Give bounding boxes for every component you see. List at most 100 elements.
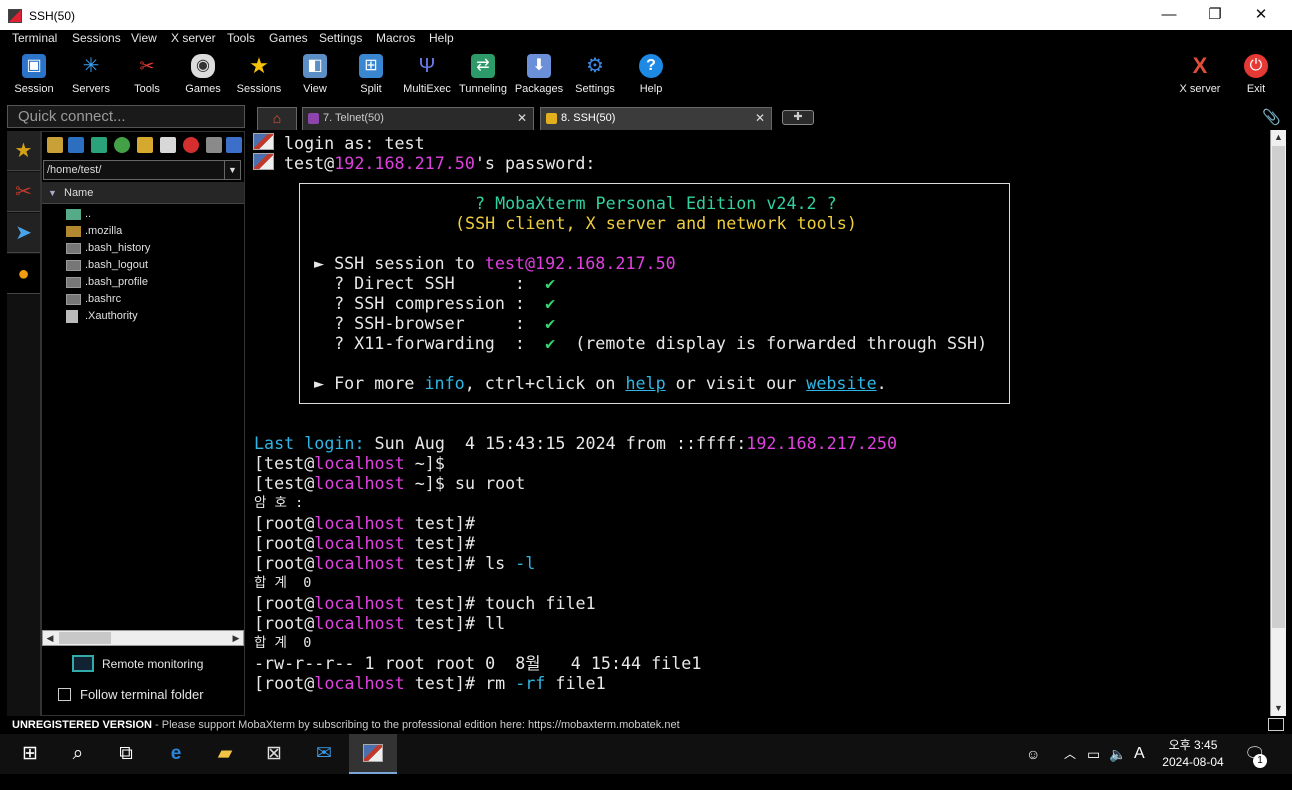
help-button[interactable]: ? Help: [623, 50, 679, 100]
download-icon[interactable]: [68, 137, 84, 153]
scroll-left-icon[interactable]: ◀: [43, 631, 57, 645]
scroll-down-icon[interactable]: ▼: [1271, 701, 1286, 716]
side-tab-sessions[interactable]: ★: [7, 131, 40, 171]
scrollbar-thumb[interactable]: [59, 632, 111, 644]
info-link[interactable]: info: [425, 373, 465, 393]
file-icon: [66, 243, 81, 254]
scroll-up-icon[interactable]: ▲: [1271, 130, 1286, 145]
task-view-icon: ⧉: [119, 743, 133, 764]
clock[interactable]: 오후 3:45 2024-08-04: [1150, 737, 1236, 771]
terminal-line: [root@localhost test]#: [254, 513, 476, 533]
tools-button[interactable]: ✂ Tools: [119, 50, 175, 100]
network-icon[interactable]: ▭: [1087, 734, 1100, 774]
start-button[interactable]: ⊞: [6, 734, 54, 774]
terminal-line: [test@localhost ~]$ su root: [254, 473, 526, 493]
follow-terminal-folder-checkbox[interactable]: Follow terminal folder: [58, 687, 204, 703]
windows-logo-icon: ⊞: [22, 743, 38, 764]
home-tab[interactable]: ⌂: [257, 107, 297, 130]
new-folder-icon[interactable]: [137, 137, 153, 153]
sessions-button[interactable]: ★ Sessions: [231, 50, 287, 100]
mail-taskbar-button[interactable]: ✉: [300, 734, 348, 774]
close-tab-icon[interactable]: ✕: [755, 108, 765, 129]
store-icon: ⊠: [266, 743, 282, 764]
file-explorer-taskbar-button[interactable]: ▰: [201, 734, 249, 774]
parent-folder-icon[interactable]: [47, 137, 63, 153]
close-tab-icon[interactable]: ✕: [517, 108, 527, 129]
people-icon[interactable]: ☺: [1026, 734, 1040, 774]
list-item[interactable]: .Xauthority: [66, 308, 138, 325]
mobaxterm-icon: [363, 744, 383, 762]
view-button[interactable]: ◧ View: [287, 50, 343, 100]
tab-telnet[interactable]: 7. Telnet(50) ✕: [302, 107, 534, 130]
support-message[interactable]: - Please support MobaXterm by subscribin…: [152, 719, 680, 731]
menu-macros[interactable]: Macros: [376, 31, 415, 45]
session-button[interactable]: ▣ Session: [6, 50, 62, 100]
remote-monitoring-button[interactable]: Remote monitoring: [72, 654, 203, 674]
tunneling-button[interactable]: ⇄ Tunneling: [455, 50, 511, 100]
horizontal-scrollbar[interactable]: ◀ ▶: [42, 630, 244, 646]
new-tab-button[interactable]: ✚: [782, 110, 814, 125]
mobaxterm-taskbar-button[interactable]: [349, 734, 397, 774]
menu-games[interactable]: Games: [269, 31, 308, 45]
terminal-area[interactable]: login as: test test@192.168.217.50's pas…: [247, 130, 1270, 716]
menu-x-server[interactable]: X server: [171, 31, 216, 45]
refresh-icon[interactable]: [114, 137, 130, 153]
minimize-button[interactable]: —: [1146, 0, 1192, 30]
chevron-up-icon[interactable]: ︿: [1064, 734, 1076, 774]
task-view-button[interactable]: ⧉: [102, 734, 150, 774]
maximize-button[interactable]: ❐: [1192, 0, 1238, 30]
exit-button[interactable]: ⏻ Exit: [1228, 50, 1284, 100]
scroll-right-icon[interactable]: ▶: [229, 631, 243, 645]
list-item[interactable]: .bash_history: [66, 240, 150, 257]
rename-icon[interactable]: [206, 137, 222, 153]
edge-icon: e: [170, 743, 182, 764]
delete-icon[interactable]: [183, 137, 199, 153]
status-bar-toggle-icon[interactable]: [1268, 718, 1284, 731]
menu-terminal[interactable]: Terminal: [12, 31, 57, 45]
name-column-header[interactable]: ▼ Name: [42, 182, 244, 204]
side-tab-macros[interactable]: ➤: [7, 213, 40, 253]
search-button[interactable]: ⌕: [54, 734, 102, 774]
packages-button[interactable]: ⬇ Packages: [511, 50, 567, 100]
quick-connect-input[interactable]: Quick connect...: [7, 105, 245, 128]
upload-icon[interactable]: [91, 137, 107, 153]
close-button[interactable]: ✕: [1238, 0, 1284, 30]
terminal-line: ► SSH session to test@192.168.217.50: [314, 253, 676, 273]
xserver-button[interactable]: X X server: [1172, 50, 1228, 100]
terminal-scrollbar[interactable]: ▲ ▼: [1270, 130, 1286, 716]
menu-help[interactable]: Help: [429, 31, 454, 45]
plus-icon: ✚: [793, 111, 803, 123]
store-taskbar-button[interactable]: ⊠: [250, 734, 298, 774]
settings-button[interactable]: ⚙ Settings: [567, 50, 623, 100]
edge-taskbar-button[interactable]: e: [152, 734, 200, 774]
chevron-down-icon[interactable]: ▼: [224, 161, 240, 179]
file-browser-panel: /home/test/ ▼ ▼ Name .. .mozilla .bash_h…: [41, 131, 245, 716]
properties-icon[interactable]: [226, 137, 242, 153]
side-tab-tools[interactable]: ✂: [7, 172, 40, 212]
list-item[interactable]: .bash_profile: [66, 274, 148, 291]
list-item[interactable]: .bash_logout: [66, 257, 148, 274]
help-link[interactable]: help: [625, 373, 665, 393]
mobaxterm-app-icon: [8, 9, 22, 23]
menu-tools[interactable]: Tools: [227, 31, 255, 45]
menu-sessions[interactable]: Sessions: [72, 31, 121, 45]
menu-view[interactable]: View: [131, 31, 157, 45]
volume-icon[interactable]: 🔈: [1109, 734, 1126, 774]
multiexec-button[interactable]: Ψ MultiExec: [399, 50, 455, 100]
side-tab-sftp[interactable]: ●: [7, 254, 40, 294]
menu-settings[interactable]: Settings: [319, 31, 362, 45]
games-button[interactable]: ◉ Games: [175, 50, 231, 100]
scrollbar-thumb[interactable]: [1272, 146, 1285, 628]
tab-ssh[interactable]: 8. SSH(50) ✕: [540, 107, 772, 130]
new-file-icon[interactable]: [160, 137, 176, 153]
checkbox[interactable]: [58, 688, 71, 701]
path-input[interactable]: /home/test/ ▼: [43, 160, 241, 180]
list-item[interactable]: ..: [66, 206, 91, 223]
ime-indicator[interactable]: A: [1134, 734, 1145, 774]
list-item[interactable]: .bashrc: [66, 291, 121, 308]
attach-icon[interactable]: 📎: [1262, 108, 1281, 126]
website-link[interactable]: website: [806, 373, 876, 393]
split-button[interactable]: ⊞ Split: [343, 50, 399, 100]
list-item[interactable]: .mozilla: [66, 223, 122, 240]
servers-button[interactable]: ✳ Servers: [63, 50, 119, 100]
